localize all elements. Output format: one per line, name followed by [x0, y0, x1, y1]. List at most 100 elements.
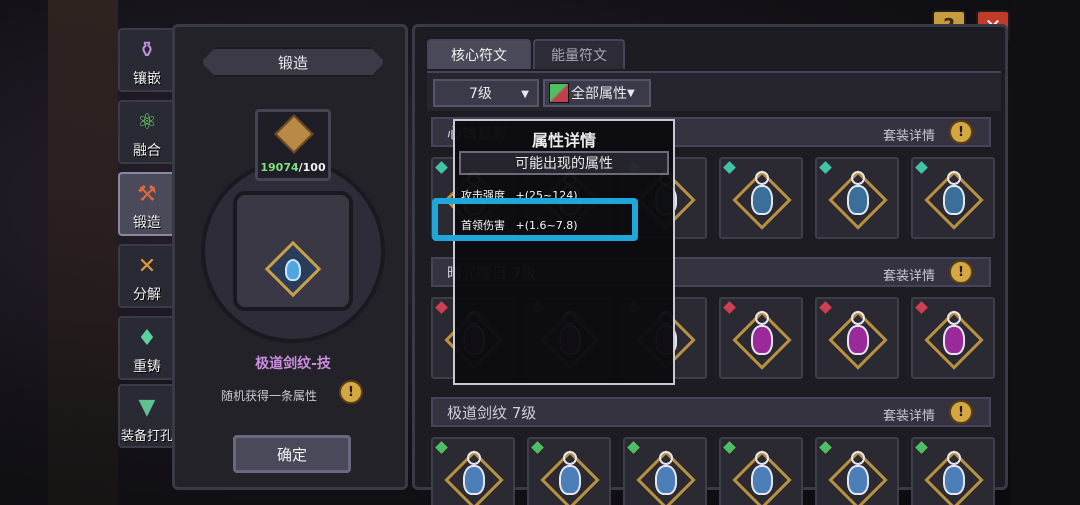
material-need: /100	[298, 161, 326, 174]
quality-gem-icon	[723, 441, 736, 454]
rune-ring-icon	[851, 311, 865, 325]
tab-inlay[interactable]: ⚱ 镶嵌	[118, 28, 176, 92]
rune-ring-icon	[947, 451, 961, 465]
rune-gem-icon	[751, 185, 773, 215]
forge-rune-slot[interactable]	[264, 240, 322, 299]
info-icon[interactable]: !	[339, 380, 363, 404]
rune-gem-icon	[463, 465, 485, 495]
rune-cell[interactable]	[431, 437, 515, 505]
rune-cell[interactable]	[719, 157, 803, 239]
quality-gem-icon	[723, 161, 736, 174]
tab-core-rune[interactable]: 核心符文	[427, 39, 531, 69]
set-detail-link[interactable]: 套装详情	[883, 125, 935, 144]
rune-set-name: 极道剑纹 7级	[447, 403, 537, 422]
rune-material-icon	[274, 114, 314, 154]
tab-label: 装备打孔	[120, 429, 173, 444]
tab-forge[interactable]: ⚒ 锻造	[118, 172, 176, 236]
rune-ring-icon	[947, 171, 961, 185]
level-select[interactable]: 7级 ▼	[433, 79, 539, 107]
forge-altar: 19074/100	[201, 89, 385, 359]
rune-ring-icon	[467, 451, 481, 465]
rune-ring-icon	[755, 311, 769, 325]
rune-cell[interactable]	[911, 437, 995, 505]
quality-gem-icon	[435, 161, 448, 174]
quality-gem-icon	[723, 301, 736, 314]
rune-gem-icon	[943, 325, 965, 355]
rune-gem-icon	[285, 259, 301, 281]
attribute-color-icon	[549, 83, 569, 103]
quality-gem-icon	[915, 441, 928, 454]
forge-description: 随机获得一条属性	[221, 389, 318, 403]
set-detail-link[interactable]: 套装详情	[883, 265, 935, 284]
info-icon[interactable]: !	[949, 120, 973, 144]
tab-label: 锻造	[133, 215, 161, 231]
attribute-detail-popup: 属性详情 可能出现的属性 攻击强度 +(25~124) 首领伤害 +(1.6~7…	[453, 119, 675, 385]
decompose-icon: ✕	[137, 253, 157, 279]
chevron-down-icon: ▼	[627, 87, 635, 99]
rune-gem-icon	[655, 465, 677, 495]
rune-gem-icon	[943, 185, 965, 215]
forge-icon: ⚒	[137, 181, 157, 207]
info-icon[interactable]: !	[949, 400, 973, 424]
quality-gem-icon	[435, 301, 448, 314]
background-scene-left	[48, 0, 118, 505]
quality-gem-icon	[627, 441, 640, 454]
material-have: 19074	[260, 161, 299, 174]
background-scene-right	[1010, 0, 1080, 505]
quality-gem-icon	[435, 441, 448, 454]
tab-label: 重铸	[133, 359, 161, 375]
rune-set-header: 极道剑纹 7级 套装详情!	[431, 397, 991, 427]
forge-panel: 锻造 19074/100 极道剑纹-技 随机获得一条属性 ! 确定	[172, 24, 408, 490]
popup-subtitle: 可能出现的属性	[459, 151, 669, 175]
rune-cell[interactable]	[623, 437, 707, 505]
side-tab-strip: ⚱ 镶嵌 ⚛ 融合 ⚒ 锻造 ✕ 分解 ♦ 重铸 ▼ 装备打孔	[114, 28, 178, 448]
quality-gem-icon	[819, 301, 832, 314]
rune-cell[interactable]	[719, 437, 803, 505]
rune-cell[interactable]	[719, 297, 803, 379]
inlay-icon: ⚱	[137, 37, 157, 63]
rune-cell[interactable]	[911, 157, 995, 239]
forge-rune-name: 极道剑纹-技	[255, 356, 331, 372]
quality-gem-icon	[819, 441, 832, 454]
rune-ring-icon	[851, 451, 865, 465]
quality-gem-icon	[915, 161, 928, 174]
tab-label: 融合	[133, 143, 161, 159]
rune-row	[431, 437, 1001, 505]
rune-cell[interactable]	[815, 157, 899, 239]
attribute-select[interactable]: 全部属性 ▼	[543, 79, 651, 107]
chevron-down-icon: ▼	[521, 89, 529, 100]
rune-ring-icon	[563, 451, 577, 465]
popup-title: 属性详情	[531, 131, 596, 150]
tab-energy-rune[interactable]: 能量符文	[533, 39, 625, 69]
level-select-value: 7级	[469, 86, 492, 102]
rune-gem-icon	[847, 465, 869, 495]
tab-socket[interactable]: ▼ 装备打孔	[118, 384, 176, 448]
attribute-select-value: 全部属性	[571, 86, 627, 102]
rune-cell[interactable]	[527, 437, 611, 505]
filter-row: 7级 ▼ 全部属性 ▼	[427, 71, 1001, 111]
material-count: 19074/100	[258, 161, 328, 174]
rune-ring-icon	[659, 451, 673, 465]
rune-cell[interactable]	[911, 297, 995, 379]
tab-fusion[interactable]: ⚛ 融合	[118, 100, 176, 164]
quality-gem-icon	[531, 441, 544, 454]
quality-gem-icon	[915, 301, 928, 314]
rune-cell[interactable]	[815, 437, 899, 505]
info-icon[interactable]: !	[949, 260, 973, 284]
tab-recast[interactable]: ♦ 重铸	[118, 316, 176, 380]
set-detail-link[interactable]: 套装详情	[883, 405, 935, 424]
material-slot[interactable]: 19074/100	[255, 109, 331, 181]
confirm-button[interactable]: 确定	[233, 435, 351, 473]
rune-gem-icon	[751, 325, 773, 355]
quality-gem-icon	[819, 161, 832, 174]
rune-ring-icon	[851, 171, 865, 185]
rune-ring-icon	[755, 171, 769, 185]
rune-cell[interactable]	[815, 297, 899, 379]
rune-ring-icon	[947, 311, 961, 325]
tab-decompose[interactable]: ✕ 分解	[118, 244, 176, 308]
tab-label: 镶嵌	[133, 71, 161, 87]
recast-icon: ♦	[137, 325, 157, 351]
rune-gem-icon	[847, 325, 869, 355]
rune-gem-icon	[751, 465, 773, 495]
rune-gem-icon	[847, 185, 869, 215]
